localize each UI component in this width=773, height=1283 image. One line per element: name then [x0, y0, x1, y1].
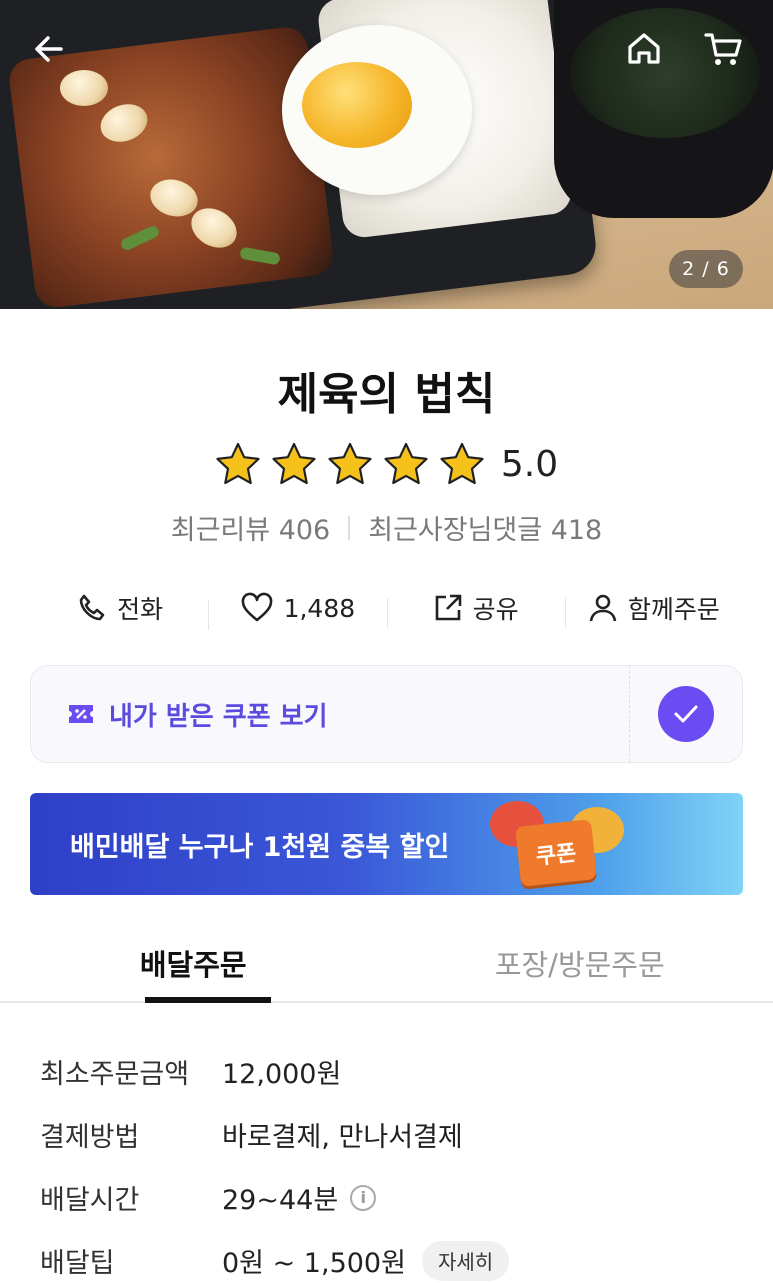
check-button[interactable]: [658, 686, 714, 742]
star-icon: [384, 442, 428, 485]
delivery-time-value: 29~44분: [222, 1185, 339, 1216]
star-icon: [272, 442, 316, 485]
coupon-sign: 쿠폰: [515, 819, 597, 887]
delivery-time-label: 배달시간: [40, 1185, 140, 1216]
order-type-tabs: 배달주문 포장/방문주문: [0, 925, 773, 1003]
share-label: 공유: [472, 595, 519, 624]
check-icon: [674, 705, 698, 723]
min-order-label: 최소주문금액: [40, 1059, 190, 1090]
delivery-tip-value: 0원 ~ 1,500원: [222, 1248, 406, 1279]
delivery-tip-value-group: 0원 ~ 1,500원 자세히: [222, 1240, 510, 1281]
heart-icon: [241, 592, 272, 622]
back-button[interactable]: [27, 27, 71, 71]
back-arrow-icon: [35, 36, 63, 62]
my-coupons-box[interactable]: 내가 받은 쿠폰 보기: [30, 665, 743, 763]
star-icon: [440, 442, 484, 485]
payment-row: 결제방법 바로결제, 만나서결제: [40, 1103, 740, 1166]
hero-image[interactable]: 2 / 6: [0, 0, 773, 309]
tab-delivery[interactable]: 배달주문: [0, 925, 387, 1003]
egg-yolk: [302, 62, 412, 148]
coupon-icon: [69, 705, 93, 723]
store-actions: 전화 1,488 공유 함께주문: [30, 585, 743, 631]
recent-reviews-link[interactable]: 최근리뷰 406: [171, 508, 330, 547]
delivery-tip-row: 배달팁 0원 ~ 1,500원 자세히: [40, 1229, 740, 1283]
phone-icon: [79, 594, 105, 621]
payment-label: 결제방법: [40, 1122, 140, 1153]
tip-detail-button[interactable]: 자세히: [421, 1240, 510, 1281]
like-button[interactable]: 1,488: [208, 592, 386, 630]
min-order-value: 12,000원: [222, 1059, 342, 1090]
image-pager: 2 / 6: [669, 250, 743, 288]
onion-piece: [60, 70, 108, 106]
my-coupons-label: 내가 받은 쿠폰 보기: [109, 701, 328, 732]
group-order-label: 함께주문: [627, 595, 720, 624]
rating-value: 5.0: [500, 443, 559, 485]
tab-pickup[interactable]: 포장/방문주문: [387, 925, 773, 1001]
cart-icon: [704, 33, 742, 65]
store-name: 제육의 법칙: [277, 369, 496, 420]
home-button[interactable]: [622, 27, 666, 71]
person-icon: [589, 594, 617, 622]
recent-owner-replies-link[interactable]: 최근사장님댓글 418: [368, 508, 602, 547]
promo-banner[interactable]: 배민배달 누구나 1천원 중복 할인 쿠폰: [30, 793, 743, 895]
star-icon: [328, 442, 372, 485]
divider: [348, 515, 351, 540]
share-icon: [435, 594, 461, 621]
delivery-time-value-group: 29~44분 i: [222, 1178, 377, 1217]
group-order-button[interactable]: 함께주문: [564, 590, 743, 628]
payment-value: 바로결제, 만나서결제: [222, 1122, 463, 1153]
info-icon[interactable]: i: [350, 1184, 377, 1211]
delivery-time-row: 배달시간 29~44분 i: [40, 1166, 740, 1229]
call-label: 전화: [117, 595, 164, 624]
rating-row[interactable]: 5.0: [0, 438, 773, 490]
promo-banner-text: 배민배달 누구나 1천원 중복 할인: [70, 832, 450, 863]
like-count: 1,488: [283, 593, 356, 623]
review-counts: 최근리뷰 406 최근사장님댓글 418: [0, 508, 773, 547]
my-coupons-link[interactable]: 내가 받은 쿠폰 보기: [31, 666, 629, 762]
delivery-tip-label: 배달팁: [40, 1248, 115, 1279]
star-icon: [216, 442, 260, 485]
cart-button[interactable]: [701, 27, 745, 71]
call-button[interactable]: 전화: [30, 590, 208, 626]
share-button[interactable]: 공유: [386, 590, 565, 628]
delivery-info: 최소주문금액 12,000원 결제방법 바로결제, 만나서결제 배달시간 29~…: [40, 1040, 740, 1283]
coupon-check-area[interactable]: [629, 666, 742, 762]
min-order-row: 최소주문금액 12,000원: [40, 1040, 740, 1103]
home-icon: [628, 33, 660, 64]
